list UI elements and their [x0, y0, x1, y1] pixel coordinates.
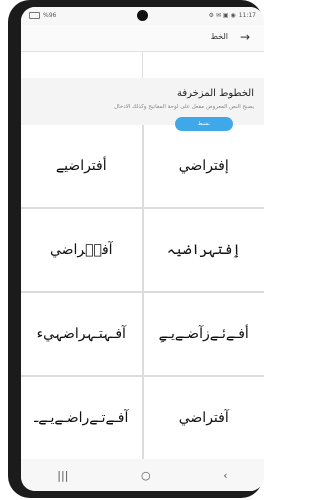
app-bar: → الخط [21, 25, 264, 52]
battery-percent: %96 [43, 12, 57, 19]
home-icon[interactable]: ○ [141, 469, 151, 482]
screen: %96 ⚙ ✉ ▣ ◉ 11:17 → الخط الخطوط المزخرفة… [21, 7, 264, 491]
previous-row-stub [21, 52, 264, 78]
status-left: %96 [29, 12, 56, 19]
battery-icon [29, 12, 40, 19]
section-description: يصبح النص المعروض مفعل على لوحة المفاتيح… [114, 104, 254, 110]
font-sample: إفتراضي [178, 158, 229, 174]
back-arrow-icon[interactable]: → [240, 30, 250, 44]
font-sample: آفـہتـہراضہيء [36, 326, 126, 342]
font-sample: أفـےئـےزآضـےيـےِ [158, 326, 249, 342]
font-option[interactable]: أفتراضيے [21, 125, 142, 207]
font-option[interactable]: أفـےئـےزآضـےيـےِ [143, 293, 264, 375]
font-option[interactable]: آفتۘراضي [21, 209, 142, 291]
page-title: الخط [210, 32, 228, 41]
clock: 11:17 [238, 12, 256, 19]
active-badge: نشيط [174, 117, 233, 131]
font-grid: أفتراضيے نشيط إفتراضي آفتۘراضي ٳفتہراضيہ… [21, 117, 264, 459]
font-option[interactable]: آفتراضي [143, 377, 264, 459]
notification-icons: ⚙ ✉ ▣ ◉ [208, 12, 236, 19]
font-sample: آفـےتـےراضـےيـےـ [34, 410, 129, 426]
status-bar: %96 ⚙ ✉ ▣ ◉ 11:17 [21, 7, 264, 25]
stub-cell [143, 52, 264, 78]
back-nav-icon[interactable]: ‹ [223, 469, 227, 482]
phone-frame: %96 ⚙ ✉ ▣ ◉ 11:17 → الخط الخطوط المزخرفة… [8, 0, 264, 498]
font-sample: آفتراضي [178, 410, 229, 426]
font-option-active[interactable]: نشيط إفتراضي [143, 117, 264, 207]
font-sample: ٳفتہراضيہ [166, 242, 241, 258]
font-sample: أفتراضيے [55, 158, 107, 174]
status-right: ⚙ ✉ ▣ ◉ 11:17 [209, 12, 256, 19]
font-option[interactable]: آفـےتـےراضـےيـےـ [21, 377, 142, 459]
font-sample: آفتۘراضي [49, 242, 113, 258]
camera-cutout [137, 10, 148, 21]
section-title: الخطوط المزخرفة [176, 88, 254, 99]
stub-cell [21, 52, 142, 78]
font-option[interactable]: ٳفتہراضيہ [143, 209, 264, 291]
font-option[interactable]: آفـہتـہراضہيء [21, 293, 142, 375]
system-nav-bar: ||| ○ ‹ [21, 459, 264, 491]
recent-apps-icon[interactable]: ||| [57, 469, 68, 482]
decorated-fonts-section: الخطوط المزخرفة يصبح النص المعروض مفعل ع… [21, 78, 264, 114]
